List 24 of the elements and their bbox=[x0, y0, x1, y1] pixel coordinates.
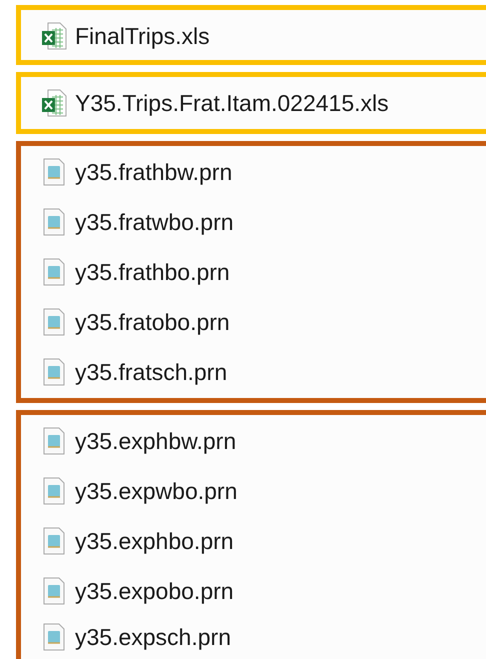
file-name[interactable]: y35.frathbw.prn bbox=[75, 158, 232, 186]
file-name[interactable]: y35.expsch.prn bbox=[75, 624, 231, 650]
file-name[interactable]: FinalTrips.xls bbox=[75, 22, 210, 50]
file-icon bbox=[41, 208, 67, 236]
file-icon bbox=[41, 158, 67, 186]
spreadsheet-icon bbox=[41, 89, 67, 117]
file-icon bbox=[41, 623, 67, 651]
file-name[interactable]: y35.exphbw.prn bbox=[75, 428, 236, 454]
file-icon bbox=[41, 577, 67, 605]
file-icon bbox=[41, 477, 67, 505]
spreadsheet-icon bbox=[41, 22, 67, 50]
file-name[interactable]: y35.fratsch.prn bbox=[75, 358, 228, 386]
file-name[interactable]: y35.fratobo.prn bbox=[75, 308, 230, 336]
file-icon bbox=[41, 527, 67, 555]
file-icon bbox=[41, 427, 67, 455]
file-icon bbox=[41, 358, 67, 386]
file-icon bbox=[41, 258, 67, 286]
file-name[interactable]: y35.frathbo.prn bbox=[75, 258, 230, 286]
file-name[interactable]: Y35.Trips.Frat.Itam.022415.xls bbox=[75, 90, 389, 116]
file-name[interactable]: y35.expobo.prn bbox=[75, 578, 234, 604]
file-icon bbox=[41, 308, 67, 336]
file-name[interactable]: y35.expwbo.prn bbox=[75, 478, 238, 504]
file-name[interactable]: y35.fratwbo.prn bbox=[75, 208, 234, 236]
file-name[interactable]: y35.exphbo.prn bbox=[75, 528, 234, 554]
